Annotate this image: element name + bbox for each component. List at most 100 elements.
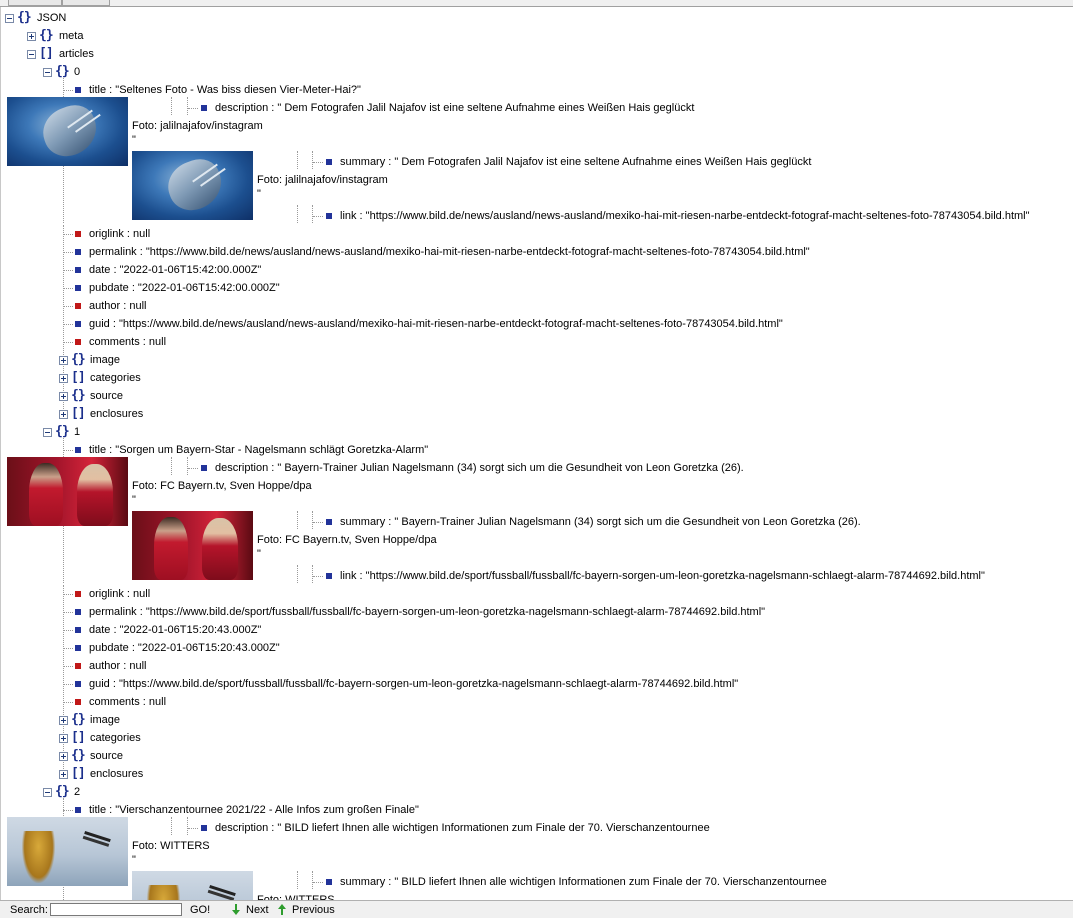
collapse-icon[interactable] xyxy=(27,50,36,59)
tree-guide-line xyxy=(171,97,172,115)
closing-quote: " xyxy=(132,134,136,146)
tree-guide-line xyxy=(297,871,298,889)
leaf-text: link : "https://www.bild.de/news/ausland… xyxy=(340,210,1030,222)
value-marker-icon xyxy=(326,879,332,885)
node-label: image xyxy=(90,354,120,366)
leaf-text: origlink : null xyxy=(89,228,151,240)
expand-icon[interactable] xyxy=(27,32,36,41)
tree-connector xyxy=(63,684,73,685)
search-input[interactable] xyxy=(50,903,182,916)
tree-guide-line xyxy=(312,205,313,223)
array-icon: [] xyxy=(71,370,86,385)
tree-guide-line xyxy=(187,817,188,835)
expand-icon[interactable] xyxy=(59,752,68,761)
tree-connector xyxy=(313,216,323,217)
leaf-text: date : "2022-01-06T15:20:43.000Z" xyxy=(89,624,262,636)
leaf-text: date : "2022-01-06T15:42:00.000Z" xyxy=(89,264,262,276)
node-label: 2 xyxy=(74,786,81,798)
collapse-icon[interactable] xyxy=(43,788,52,797)
tree-guide-line xyxy=(297,565,298,583)
leaf-text: link : "https://www.bild.de/sport/fussba… xyxy=(340,570,985,582)
tree-connector xyxy=(63,450,73,451)
image-credit: Foto: jalilnajafov/instagram xyxy=(132,120,263,132)
tree-guide-line xyxy=(312,511,313,529)
tree-guide-line xyxy=(312,151,313,169)
object-icon: {} xyxy=(55,784,70,799)
closing-quote: " xyxy=(257,188,261,200)
expand-icon[interactable] xyxy=(59,410,68,419)
expand-icon[interactable] xyxy=(59,392,68,401)
tree-guide-line xyxy=(312,565,313,583)
node-label: categories xyxy=(90,732,141,744)
value-marker-icon xyxy=(326,519,332,525)
value-marker-icon xyxy=(75,807,81,813)
object-icon: {} xyxy=(39,28,54,43)
expand-icon[interactable] xyxy=(59,734,68,743)
tree-connector xyxy=(63,702,73,703)
expand-icon[interactable] xyxy=(59,716,68,725)
expand-icon[interactable] xyxy=(59,770,68,779)
tree-connector xyxy=(63,234,73,235)
value-marker-icon xyxy=(201,465,207,471)
article-thumbnail xyxy=(132,871,253,900)
tree-guide-line xyxy=(297,205,298,223)
object-icon: {} xyxy=(55,424,70,439)
leaf-text: pubdate : "2022-01-06T15:42:00.000Z" xyxy=(89,282,280,294)
array-icon: [] xyxy=(71,406,86,421)
go-button[interactable]: GO! xyxy=(190,903,210,918)
array-icon: [] xyxy=(39,46,54,61)
collapse-icon[interactable] xyxy=(5,14,14,23)
node-label: JSON xyxy=(37,12,67,24)
tree-connector xyxy=(63,648,73,649)
node-label: articles xyxy=(59,48,94,60)
tab-raw[interactable] xyxy=(62,0,110,6)
tree-guide-line xyxy=(63,225,64,415)
tree-connector xyxy=(313,162,323,163)
node-label: meta xyxy=(59,30,84,42)
object-icon: {} xyxy=(55,64,70,79)
value-marker-icon xyxy=(201,825,207,831)
tree-connector xyxy=(313,576,323,577)
search-bar: Search: GO! Next Previous xyxy=(0,900,1073,918)
arrow-down-icon[interactable] xyxy=(232,904,240,915)
leaf-text: description : " BILD liefert Ihnen alle … xyxy=(215,822,710,834)
search-label: Search: xyxy=(10,904,48,916)
value-marker-icon xyxy=(201,105,207,111)
expand-icon[interactable] xyxy=(59,374,68,383)
value-marker-icon xyxy=(75,321,81,327)
closing-quote: " xyxy=(132,854,136,866)
tree-connector xyxy=(63,630,73,631)
value-marker-icon xyxy=(326,159,332,165)
article-thumbnail xyxy=(7,457,128,526)
article-thumbnail xyxy=(132,151,253,220)
value-marker-icon xyxy=(75,627,81,633)
node-label: enclosures xyxy=(90,768,144,780)
tree-guide-line xyxy=(297,511,298,529)
collapse-icon[interactable] xyxy=(43,428,52,437)
null-marker-icon xyxy=(75,231,81,237)
leaf-text: guid : "https://www.bild.de/news/ausland… xyxy=(89,318,783,330)
tree-guide-line xyxy=(171,817,172,835)
leaf-text: author : null xyxy=(89,300,147,312)
tab-json[interactable] xyxy=(8,0,62,6)
image-credit: Foto: WITTERS xyxy=(257,894,335,900)
tree-connector xyxy=(63,90,73,91)
leaf-text: author : null xyxy=(89,660,147,672)
expand-icon[interactable] xyxy=(59,356,68,365)
array-icon: [] xyxy=(71,766,86,781)
tree-guide-line xyxy=(187,97,188,115)
article-thumbnail xyxy=(132,511,253,580)
collapse-icon[interactable] xyxy=(43,68,52,77)
json-tree-view[interactable]: {} JSON {} meta [] articles {} 0 title :… xyxy=(0,7,1073,900)
tree-guide-line xyxy=(297,151,298,169)
null-marker-icon xyxy=(75,303,81,309)
tree-connector xyxy=(63,324,73,325)
arrow-up-icon[interactable] xyxy=(278,904,286,915)
tree-guide-line xyxy=(187,457,188,475)
object-icon: {} xyxy=(71,712,86,727)
previous-button[interactable]: Previous xyxy=(292,903,335,918)
leaf-text: title : "Vierschanzentournee 2021/22 - A… xyxy=(89,804,419,816)
leaf-text: origlink : null xyxy=(89,588,151,600)
tree-connector xyxy=(63,306,73,307)
next-button[interactable]: Next xyxy=(246,903,269,918)
